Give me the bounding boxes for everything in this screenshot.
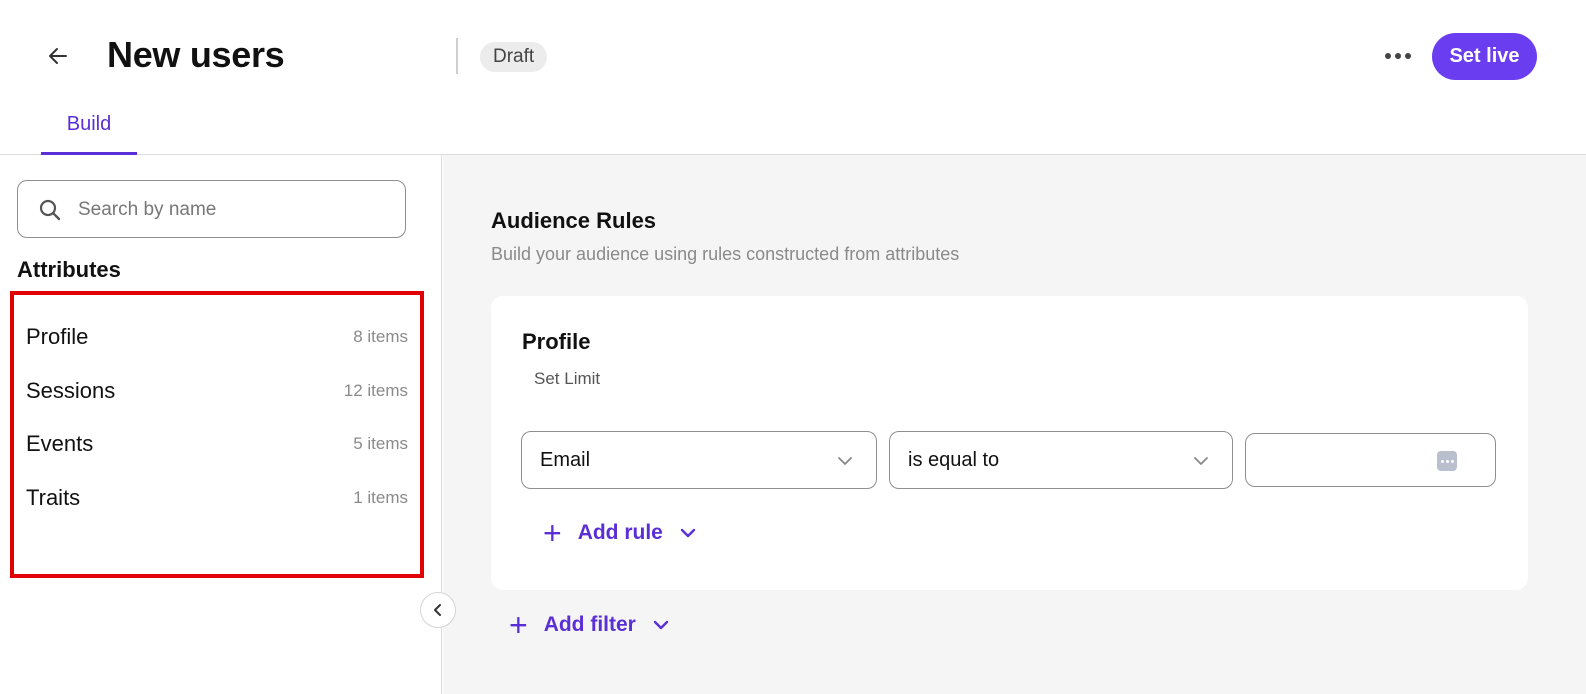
attribute-category-count: 5 items	[353, 434, 408, 453]
back-button[interactable]	[40, 38, 76, 74]
attribute-select[interactable]: Email	[521, 431, 877, 489]
add-filter-button[interactable]: + Add filter	[509, 609, 670, 641]
add-rule-label: Add rule	[577, 521, 663, 544]
attributes-sidebar: Attributes Profile 8 items Sessions 12 i…	[0, 155, 442, 694]
add-filter-label: Add filter	[543, 613, 636, 636]
audience-builder-page: New users Draft Set live Build Attribute…	[0, 0, 1586, 694]
chevron-down-icon	[838, 457, 852, 465]
rule-group-title: Profile	[522, 329, 591, 354]
attribute-category-count: 8 items	[353, 327, 408, 346]
attribute-category-count: 12 items	[343, 381, 408, 400]
chevron-left-icon	[434, 604, 441, 616]
attribute-category-label: Profile	[26, 324, 89, 349]
more-dots-icon	[1385, 53, 1391, 59]
add-rule-button[interactable]: + Add rule	[543, 517, 697, 549]
chevron-down-icon	[680, 528, 696, 538]
set-live-button[interactable]: Set live	[1432, 33, 1537, 80]
section-title: Audience Rules	[491, 208, 657, 233]
attribute-category-label: Traits	[26, 485, 81, 510]
attribute-category-label: Sessions	[26, 378, 116, 403]
attribute-category-profile[interactable]: Profile 8 items	[26, 317, 408, 357]
tab-label: Build	[66, 113, 112, 135]
audience-rules-panel: Audience Rules Build your audience using…	[443, 155, 1586, 694]
status-badge: Draft	[480, 42, 548, 72]
rule-value-input[interactable]	[1245, 433, 1496, 487]
set-limit-link[interactable]: Set Limit	[534, 369, 600, 389]
operator-select-value: is equal to	[908, 448, 1000, 471]
search-input[interactable]	[78, 191, 388, 229]
attribute-category-sessions[interactable]: Sessions 12 items	[26, 371, 408, 411]
collapse-sidebar-button[interactable]	[420, 592, 456, 628]
rule-group-card: Profile Set Limit Email is equal to + Ad…	[491, 296, 1528, 590]
search-icon	[39, 199, 61, 221]
ellipsis-icon	[1437, 451, 1457, 471]
tab-build[interactable]: Build	[41, 113, 137, 155]
attribute-category-traits[interactable]: Traits 1 items	[26, 478, 408, 518]
plus-icon: +	[543, 515, 562, 551]
chevron-down-icon	[653, 620, 669, 630]
attribute-category-count: 1 items	[353, 488, 408, 507]
page-title: New users	[107, 34, 285, 75]
plus-icon: +	[509, 607, 528, 643]
page-header: New users Draft Set live Build	[0, 0, 1586, 155]
section-subtitle: Build your audience using rules construc…	[491, 244, 960, 264]
attribute-category-list: Profile 8 items Sessions 12 items Events…	[10, 291, 424, 578]
more-options-button[interactable]	[1382, 44, 1414, 68]
header-divider	[456, 38, 458, 74]
attribute-category-events[interactable]: Events 5 items	[26, 424, 408, 464]
attribute-select-value: Email	[540, 448, 591, 471]
search-box	[17, 180, 406, 238]
attribute-category-label: Events	[26, 431, 94, 456]
arrow-left-icon	[49, 48, 67, 64]
attributes-heading: Attributes	[17, 257, 121, 282]
operator-select[interactable]: is equal to	[889, 431, 1233, 489]
chevron-down-icon	[1194, 457, 1208, 465]
